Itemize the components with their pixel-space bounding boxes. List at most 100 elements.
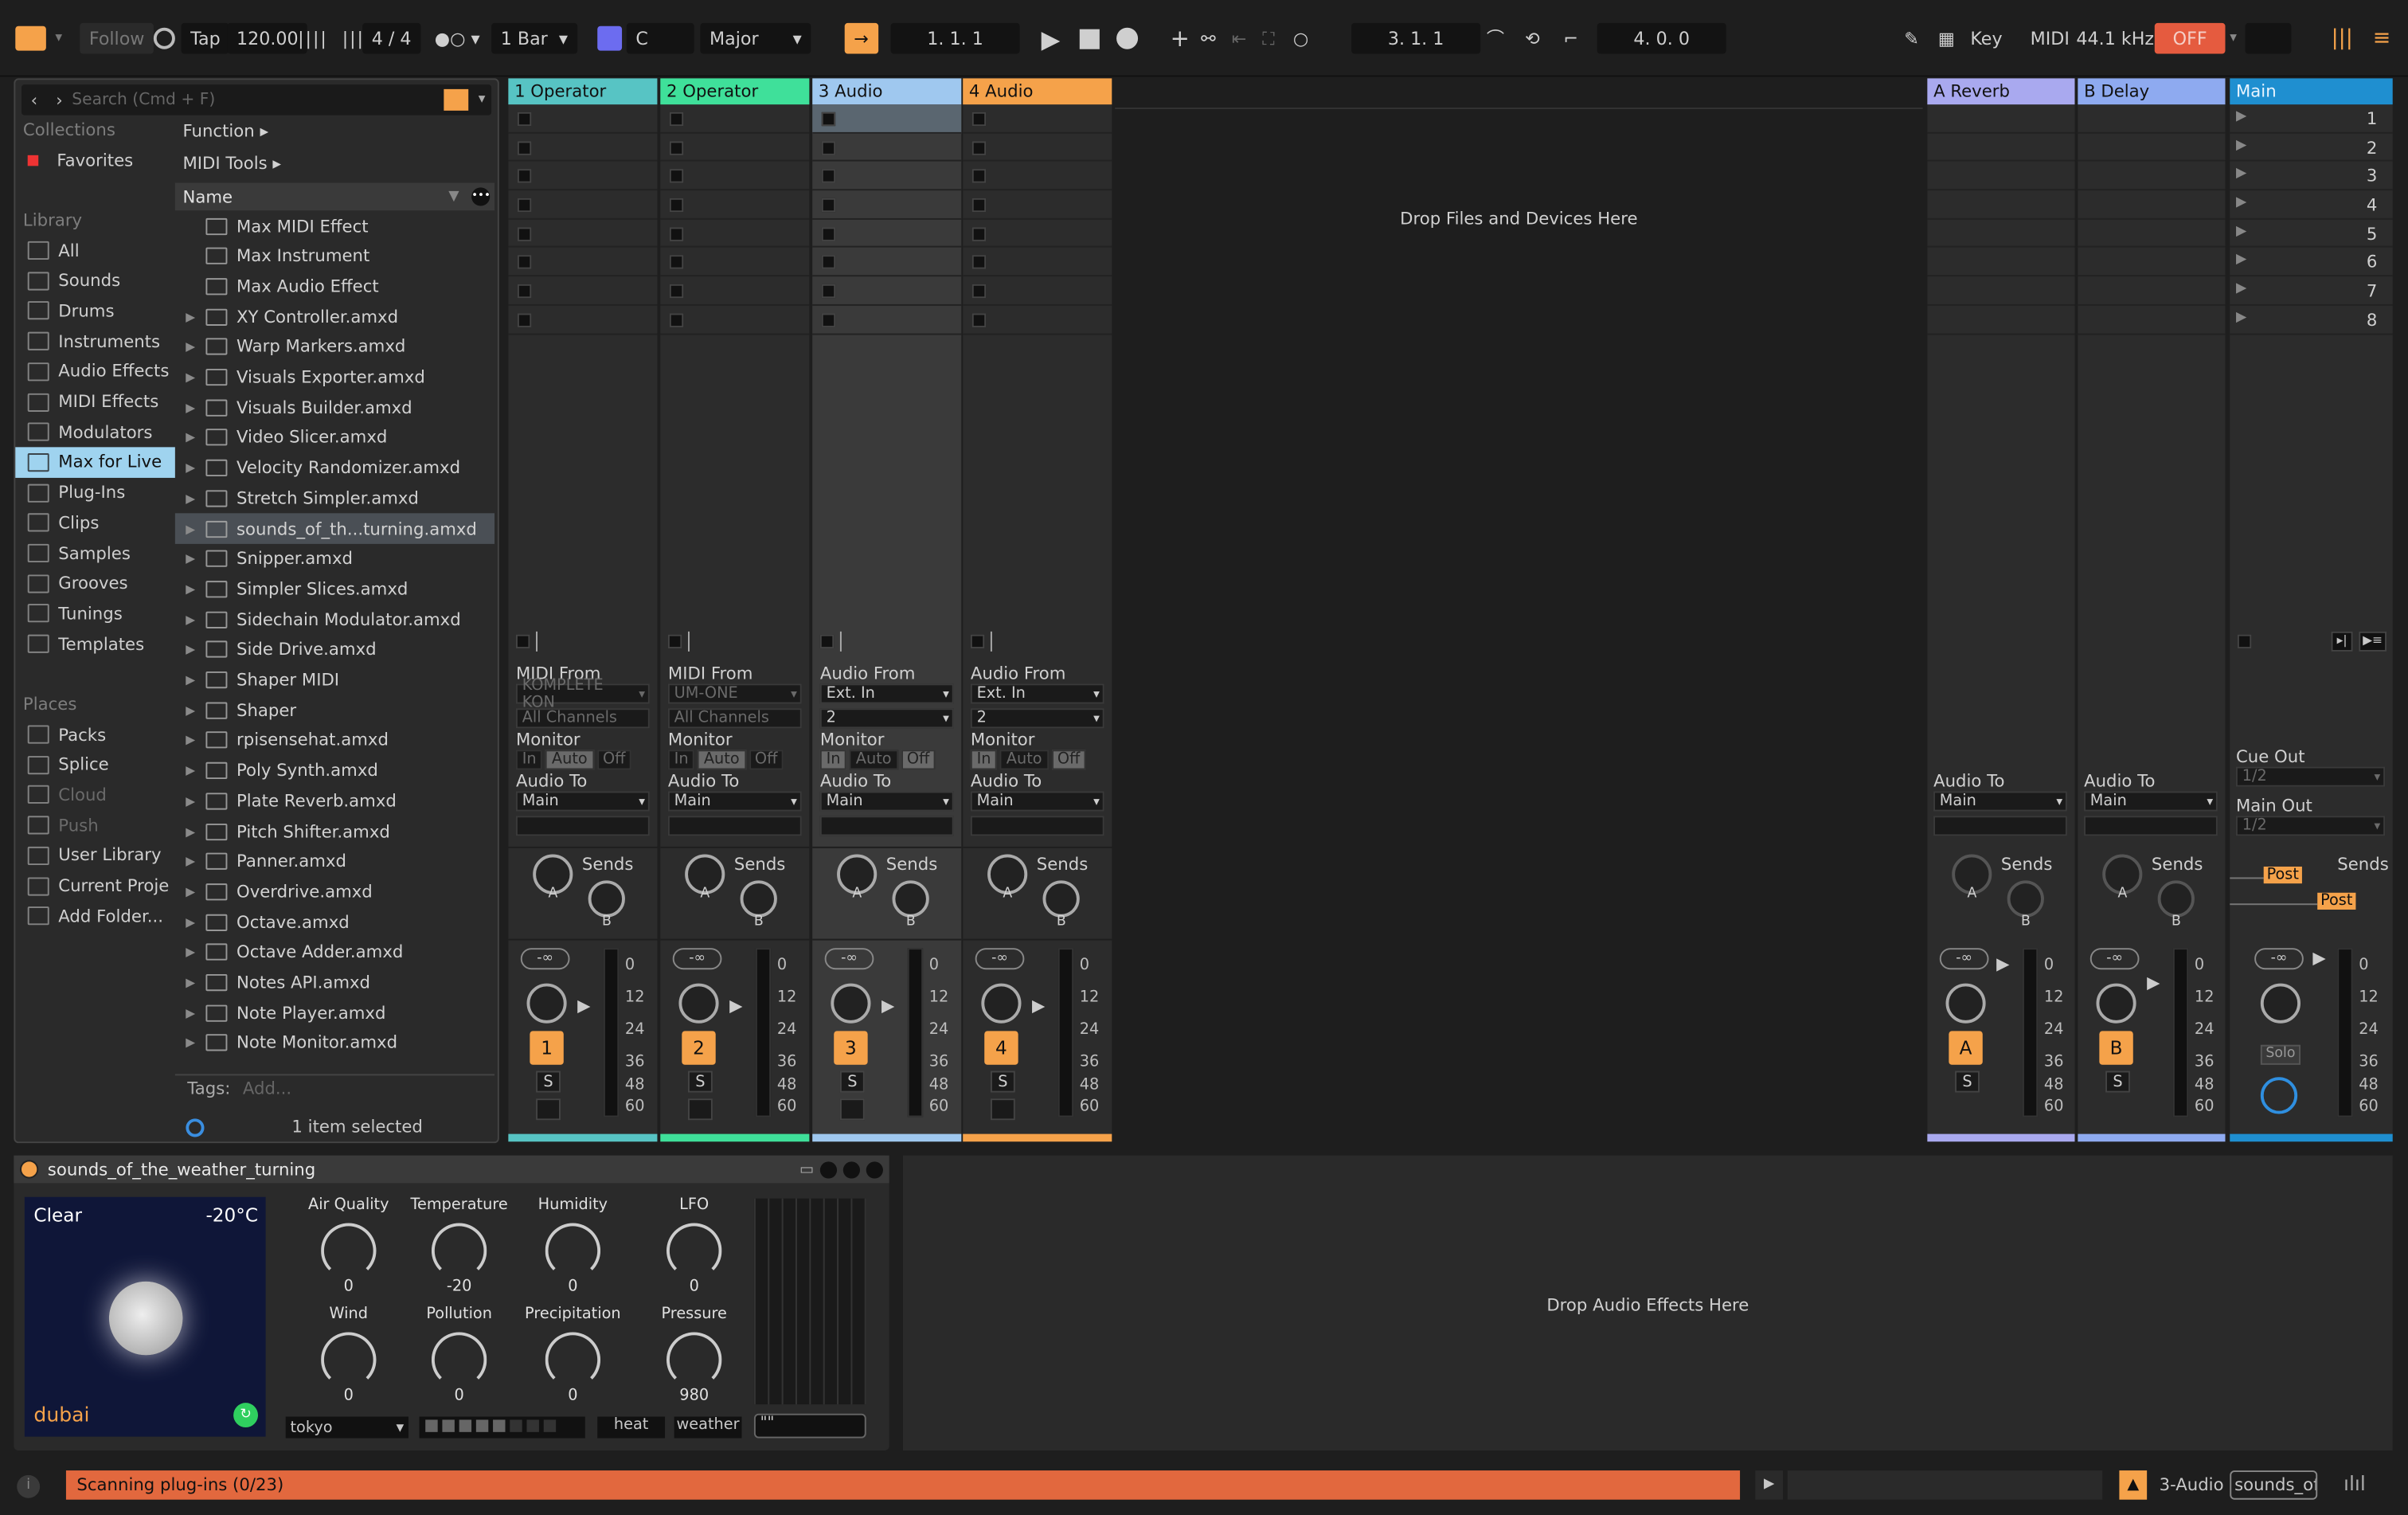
- clip-stop-button[interactable]: [971, 140, 987, 155]
- monitor-toggle[interactable]: In Auto Off: [667, 750, 784, 770]
- file-list-item[interactable]: ▶ Simpler Slices.amxd: [175, 574, 494, 605]
- solo-switch[interactable]: Solo: [2260, 1044, 2300, 1065]
- filter-midi-tools[interactable]: MIDI Tools ▸: [182, 147, 502, 178]
- sidebar-item-plug-ins[interactable]: Plug-Ins: [15, 477, 175, 508]
- scene-launch-row[interactable]: ▶ 1: [2230, 104, 2393, 134]
- sidebar-item-all[interactable]: All: [15, 235, 175, 266]
- scene-launch-row[interactable]: ▶ 8: [2230, 306, 2393, 335]
- clip-stop-button[interactable]: [517, 256, 532, 270]
- audio-to-select[interactable]: Main ▾: [515, 791, 650, 812]
- parameter-knob[interactable]: [431, 1223, 487, 1278]
- send-b-knob[interactable]: [740, 880, 777, 918]
- metronome-icon[interactable]: [153, 23, 175, 54]
- clip-stop-button[interactable]: [821, 284, 836, 299]
- parameter-knob[interactable]: [321, 1223, 377, 1278]
- clip-slot[interactable]: [508, 219, 658, 249]
- output-channel-select[interactable]: [970, 816, 1104, 836]
- clip-slot[interactable]: [812, 162, 962, 191]
- volume-fader-icon[interactable]: ▶: [1996, 954, 2009, 974]
- forward-icon[interactable]: ›: [47, 90, 72, 110]
- filter-function[interactable]: Function ▸: [182, 115, 502, 147]
- clip-slot[interactable]: [963, 276, 1112, 306]
- stop-all-button[interactable]: [819, 634, 835, 649]
- input-channel-select[interactable]: 2 ▾: [819, 708, 954, 729]
- clip-stop-button[interactable]: [971, 256, 987, 270]
- monitor-in-button[interactable]: In: [819, 750, 847, 770]
- expand-icon[interactable]: ▶: [175, 310, 206, 323]
- audio-to-select[interactable]: Main ▾: [970, 791, 1104, 812]
- send-b-knob[interactable]: [2157, 880, 2195, 918]
- monitor-off-button[interactable]: Off: [596, 750, 632, 770]
- clip-stop-button[interactable]: [821, 169, 836, 184]
- input-source-select[interactable]: KOMPLETE KON ▾: [515, 677, 650, 711]
- file-list-item[interactable]: ▶ sounds_of_th...turning.amxd: [174, 513, 494, 544]
- send-b-post-button[interactable]: Post: [2317, 892, 2356, 910]
- file-list-item[interactable]: Max Audio Effect: [175, 271, 494, 302]
- expand-icon[interactable]: ▶: [175, 734, 206, 747]
- input-channel-select[interactable]: 2 ▾: [970, 708, 1104, 729]
- send-b-knob[interactable]: [2007, 880, 2044, 918]
- parameter-knob[interactable]: [666, 1332, 722, 1388]
- clip-stop-button[interactable]: [821, 140, 836, 155]
- time-signature-field[interactable]: 4 / 4: [362, 22, 421, 54]
- expand-icon[interactable]: ▶: [175, 824, 206, 838]
- clip-slot[interactable]: [963, 219, 1112, 249]
- solo-button[interactable]: S: [839, 1071, 865, 1093]
- clip-slot[interactable]: [508, 276, 658, 306]
- clip-stop-button[interactable]: [517, 169, 532, 184]
- expand-icon[interactable]: ▶: [175, 431, 206, 444]
- stop-all-button[interactable]: [970, 634, 985, 649]
- expand-icon[interactable]: ▶: [175, 461, 206, 475]
- parameter-knob[interactable]: [545, 1332, 601, 1388]
- device-save-icon[interactable]: [842, 1161, 860, 1178]
- expand-icon[interactable]: ▶: [175, 552, 206, 566]
- audio-to-select[interactable]: Main ▾: [2084, 791, 2218, 812]
- key-map-button[interactable]: Key: [1970, 23, 2002, 54]
- scene-play-icon[interactable]: ▶: [2236, 138, 2246, 153]
- clip-stop-button[interactable]: [821, 198, 836, 213]
- device-power-icon[interactable]: [20, 1160, 39, 1179]
- clip-slot[interactable]: [660, 306, 810, 335]
- track-activator-button[interactable]: 4: [984, 1031, 1018, 1065]
- scale-mode-icon[interactable]: [597, 25, 623, 51]
- output-channel-select[interactable]: [1933, 816, 2067, 836]
- sidebar-item-sounds[interactable]: Sounds: [15, 265, 175, 296]
- session-view-icon[interactable]: |||: [2332, 23, 2353, 54]
- pan-knob[interactable]: [678, 983, 719, 1024]
- sidebar-item-add-folder[interactable]: Add Folder...: [15, 901, 175, 932]
- file-list-item[interactable]: ▶ Visuals Exporter.amxd: [175, 362, 494, 393]
- pan-knob[interactable]: [981, 983, 1022, 1024]
- pan-knob[interactable]: [2096, 983, 2136, 1024]
- clip-stop-button[interactable]: [517, 140, 532, 155]
- volume-fader-icon[interactable]: ▶: [882, 996, 894, 1016]
- monitor-off-button[interactable]: Off: [1051, 750, 1087, 770]
- message-field[interactable]: "": [753, 1413, 866, 1439]
- monitor-off-button[interactable]: Off: [749, 750, 784, 770]
- monitor-toggle[interactable]: In Auto Off: [970, 750, 1087, 770]
- scene-play-icon[interactable]: ▶: [2236, 166, 2246, 182]
- expand-icon[interactable]: ▶: [175, 976, 206, 989]
- info-view-icon[interactable]: i: [17, 1474, 41, 1498]
- loop-length-field[interactable]: 4. 0. 0: [1597, 22, 1726, 54]
- heat-button[interactable]: heat: [597, 1416, 666, 1439]
- cue-volume-knob[interactable]: [2260, 1077, 2298, 1114]
- arm-button[interactable]: [536, 1098, 561, 1121]
- expand-icon[interactable]: ▶: [175, 945, 206, 959]
- track-header[interactable]: 4 Audio: [963, 78, 1112, 105]
- expand-icon[interactable]: ▶: [175, 673, 206, 687]
- volume-readout[interactable]: -∞: [824, 948, 874, 970]
- capture-icon[interactable]: ▸|: [2331, 631, 2353, 652]
- filter-icon[interactable]: [444, 88, 470, 111]
- arm-button[interactable]: [687, 1098, 713, 1121]
- monitor-toggle[interactable]: In Auto Off: [819, 750, 936, 770]
- send-b-knob[interactable]: [892, 880, 929, 918]
- arm-button[interactable]: [990, 1098, 1015, 1121]
- sidebar-item-samples[interactable]: Samples: [15, 538, 175, 569]
- link-icon[interactable]: ⚯: [1201, 23, 1216, 54]
- monitor-in-button[interactable]: In: [667, 750, 695, 770]
- clip-slot[interactable]: [508, 306, 658, 335]
- clip-stop-button[interactable]: [971, 284, 987, 299]
- solo-button[interactable]: S: [687, 1071, 713, 1093]
- sidebar-item-current-project[interactable]: Current Proje: [15, 871, 175, 902]
- clip-stop-button[interactable]: [669, 313, 684, 327]
